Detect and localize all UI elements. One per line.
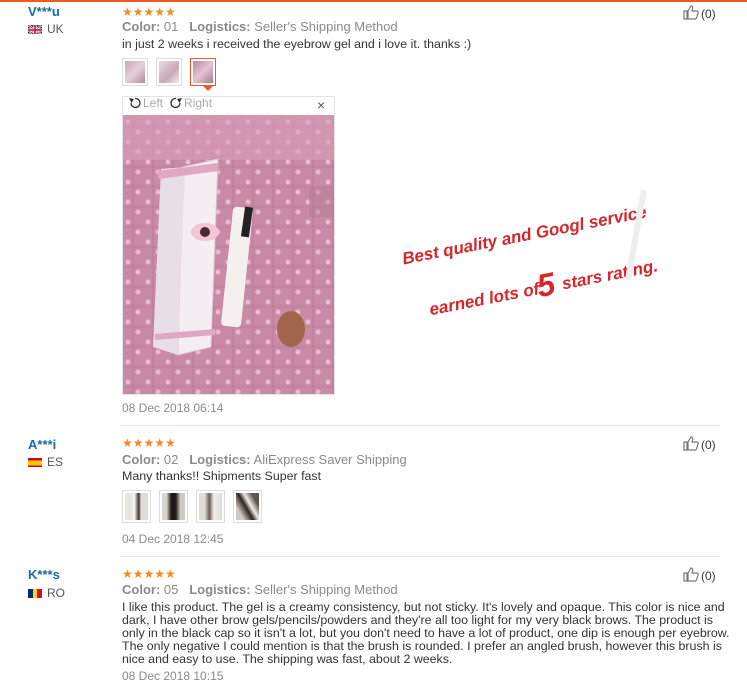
review-divider (120, 556, 720, 557)
reviewer-country: ES (28, 455, 63, 469)
photo-thumbnail[interactable] (122, 490, 151, 523)
photo-viewer-controls: Left Right (128, 96, 212, 110)
color-label: Color: (122, 452, 161, 467)
logistics-value: Seller's Shipping Method (254, 19, 398, 34)
like-count: (0) (701, 7, 716, 21)
star-rating: ★★★★★ (122, 5, 176, 19)
photo-thumbnail[interactable] (196, 490, 225, 523)
review-meta: Color: 02 Logistics: AliExpress Saver Sh… (122, 452, 407, 467)
photo-thumbnail[interactable] (233, 490, 262, 523)
promo-overlay-text: Best quality and Googl service earned lo… (401, 189, 659, 319)
reviewer-name[interactable]: K***s (28, 567, 60, 582)
review-photo-thumbnails (122, 490, 262, 523)
photo-thumbnail[interactable] (122, 58, 148, 86)
promo-line-2b: stars rating. (560, 256, 659, 293)
uk-flag-icon (28, 24, 42, 34)
logistics-value: AliExpress Saver Shipping (253, 452, 407, 467)
review-date: 08 Dec 2018 06:14 (122, 401, 224, 415)
color-value: 02 (163, 452, 179, 467)
helpful-button[interactable]: (0) (683, 436, 716, 454)
review-text: I like this product. The gel is a creamy… (122, 600, 730, 666)
thumbs-up-icon (683, 436, 699, 454)
color-label: Color: (122, 582, 161, 597)
ro-flag-icon (28, 588, 42, 598)
rotate-left-icon (129, 97, 141, 109)
star-rating: ★★★★★ (122, 436, 176, 450)
photo-thumbnail[interactable] (156, 58, 182, 86)
review-date: 08 Dec 2018 10:15 (122, 669, 224, 683)
color-label: Color: (122, 19, 161, 34)
reviewer-country: UK (28, 22, 64, 36)
review-date: 04 Dec 2018 12:45 (122, 532, 224, 546)
star-rating: ★★★★★ (122, 567, 176, 581)
photo-thumbnail-selected[interactable] (190, 58, 216, 86)
country-code: ES (47, 455, 64, 469)
review-text: Many thanks!! Shipments Super fast (122, 469, 322, 483)
rotate-right-icon (170, 97, 183, 109)
rotate-right-label: Right (184, 96, 213, 110)
reviewer-name[interactable]: V***u (28, 4, 60, 19)
es-flag-icon (28, 457, 42, 467)
logistics-value: Seller's Shipping Method (254, 582, 398, 597)
promo-line-2a: earned lots of (428, 279, 543, 319)
promo-line-1: Best quality and Googl service (401, 202, 649, 268)
country-code: RO (47, 586, 65, 600)
review-divider (120, 425, 720, 426)
rotate-left-label: Left (143, 96, 164, 110)
rotate-left-button[interactable]: Left (128, 96, 163, 110)
review-photo (123, 115, 334, 394)
color-value: 01 (163, 19, 179, 34)
review-meta: Color: 01 Logistics: Seller's Shipping M… (122, 19, 398, 34)
logistics-label: Logistics: (189, 582, 251, 597)
color-value: 05 (163, 582, 179, 597)
photo-thumbnail[interactable] (159, 490, 188, 523)
review-meta: Color: 05 Logistics: Seller's Shipping M… (122, 582, 398, 597)
thumbs-up-icon (683, 567, 699, 585)
like-count: (0) (701, 569, 716, 583)
like-count: (0) (701, 438, 716, 452)
top-accent-line (0, 0, 747, 2)
review-text: in just 2 weeks i received the eyebrow g… (122, 37, 472, 51)
thumbs-up-icon (683, 5, 699, 23)
close-icon[interactable]: × (317, 97, 325, 113)
helpful-button[interactable]: (0) (683, 5, 716, 23)
reviewer-name[interactable]: A***i (28, 437, 56, 452)
photo-viewer (122, 96, 335, 395)
caret-icon (203, 86, 213, 91)
reviewer-country: RO (28, 586, 65, 600)
logistics-label: Logistics: (189, 452, 251, 467)
country-code: UK (47, 22, 64, 36)
logistics-label: Logistics: (189, 19, 251, 34)
rotate-right-button[interactable]: Right (169, 96, 212, 110)
review-photo-thumbnails (122, 58, 216, 86)
helpful-button[interactable]: (0) (683, 567, 716, 585)
